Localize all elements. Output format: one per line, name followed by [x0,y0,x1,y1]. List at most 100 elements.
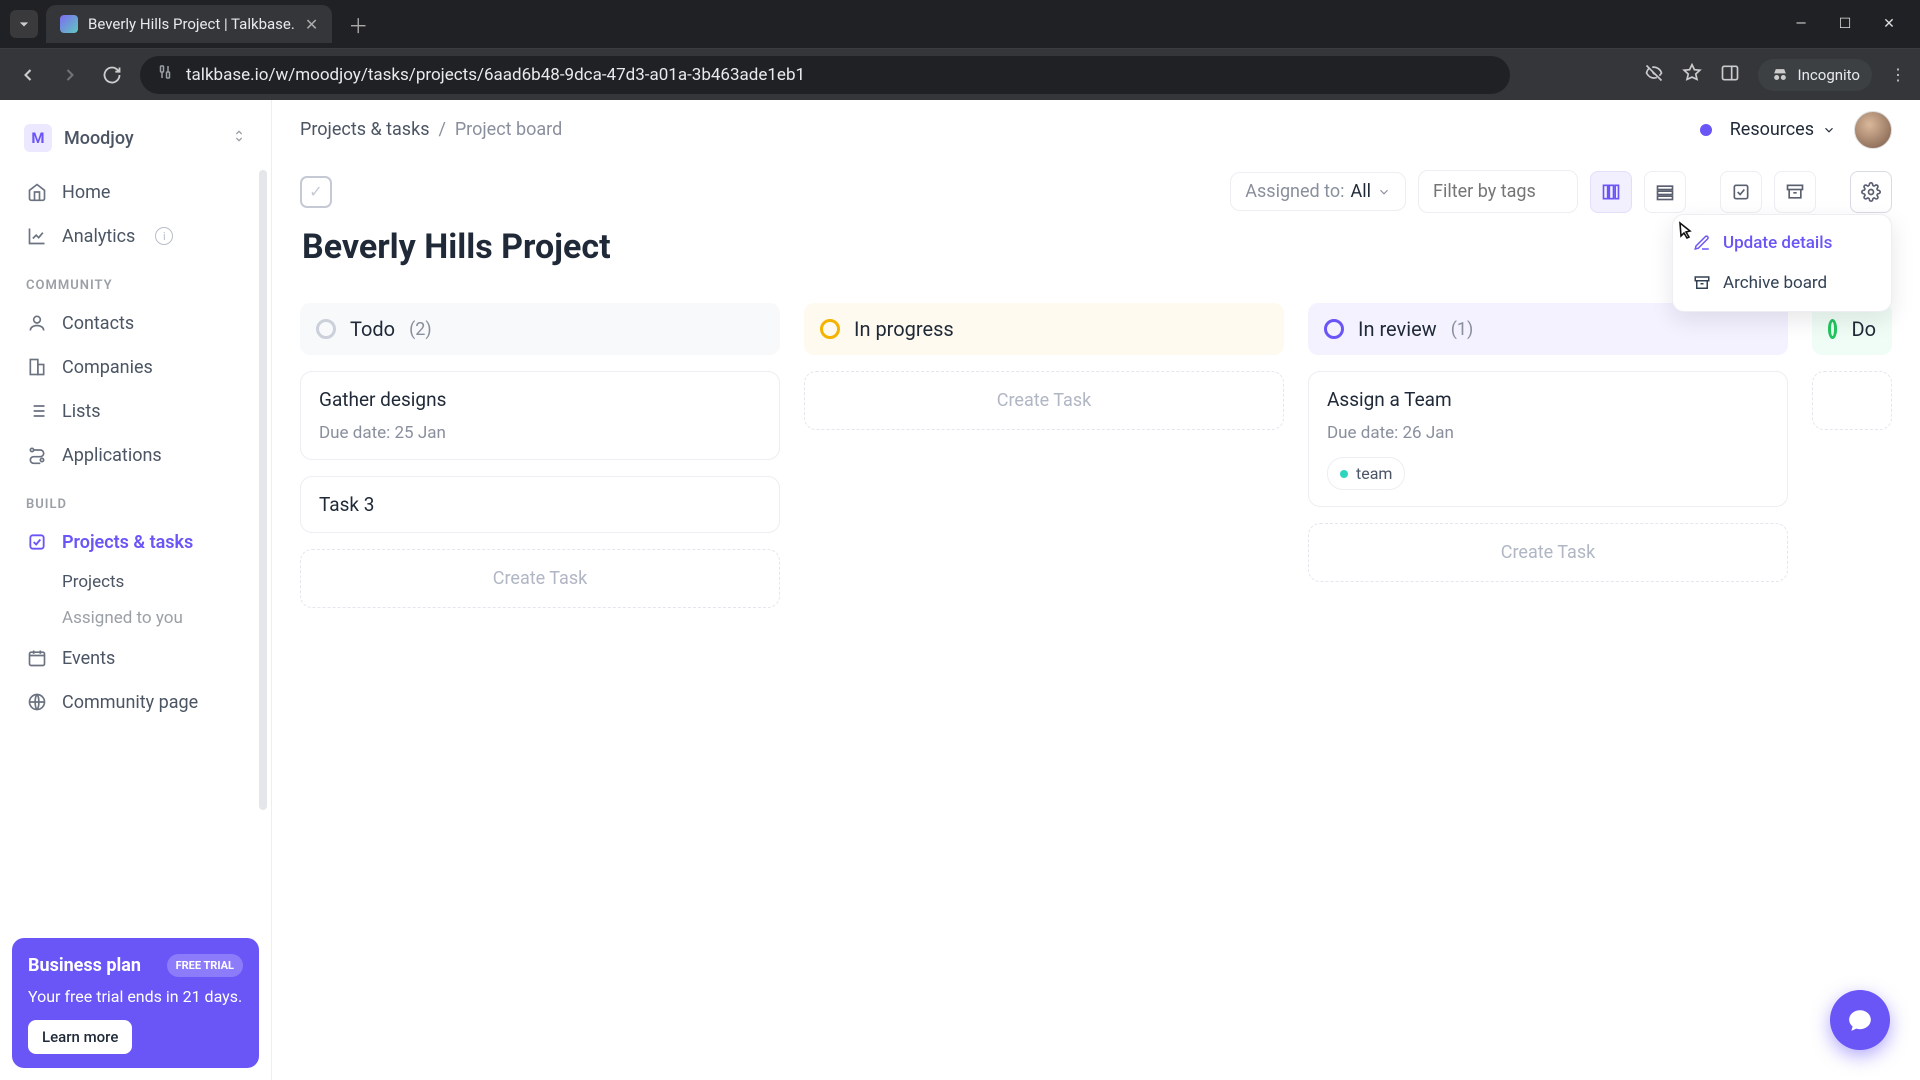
filter-tags-input[interactable] [1418,170,1578,213]
panel-icon[interactable] [1720,63,1740,87]
close-tab-icon[interactable]: ✕ [305,15,318,34]
incognito-indicator[interactable]: Incognito [1758,59,1872,91]
view-list-button[interactable] [1644,171,1686,213]
tab-search-button[interactable] [10,10,38,38]
task-card[interactable]: Assign a Team Due date: 26 Jan team [1308,371,1788,507]
window-controls: — ☐ ✕ [1792,16,1910,32]
workspace-name: Moodjoy [64,128,219,149]
back-button[interactable] [14,61,42,89]
archive-icon [1693,274,1711,292]
task-title: Task 3 [319,493,374,516]
minimize-icon[interactable]: — [1792,16,1810,32]
project-title: Beverly Hills Project [302,227,1892,267]
column-todo: Todo (2) Gather designs Due date: 25 Jan… [300,303,780,608]
sidebar-section-community: COMMUNITY [12,258,259,301]
sidebar-item-projects-tasks[interactable]: Projects & tasks [12,520,259,564]
breadcrumb: Projects & tasks / Project board [300,119,562,140]
promo-card: Business plan FREE TRIAL Your free trial… [12,938,259,1068]
kebab-menu-icon[interactable]: ⋮ [1890,65,1906,84]
column-done: Do [1812,303,1892,608]
url-input[interactable]: talkbase.io/w/moodjoy/tasks/projects/6aa… [140,56,1510,94]
archive-view-button[interactable] [1774,171,1816,213]
promo-title: Business plan [28,955,141,976]
create-task-button[interactable]: Create Task [804,371,1284,430]
lists-icon [26,400,48,422]
sidebar-item-events[interactable]: Events [12,636,259,680]
status-ring-in-progress [820,319,840,339]
sidebar-item-community-page[interactable]: Community page [12,680,259,724]
create-task-button[interactable] [1812,371,1892,430]
menu-archive-board[interactable]: Archive board [1681,263,1883,303]
eye-off-icon[interactable] [1644,63,1664,87]
close-window-icon[interactable]: ✕ [1880,16,1898,32]
browser-tab-active[interactable]: Beverly Hills Project | Talkbase. ✕ [46,5,332,43]
settings-button[interactable] [1850,171,1892,213]
kanban-board: Todo (2) Gather designs Due date: 25 Jan… [272,287,1920,624]
project-icon: ✓ [300,176,332,208]
reload-button[interactable] [98,61,126,89]
site-settings-icon[interactable] [156,63,174,86]
info-icon: i [155,227,173,245]
sidebar-item-companies[interactable]: Companies [12,345,259,389]
app-root: M Moodjoy Home Analytics i COMMUNITY Con… [0,100,1920,1080]
resources-dropdown[interactable]: Resources [1730,119,1836,140]
create-task-button[interactable]: Create Task [1308,523,1788,582]
new-tab-button[interactable]: ＋ [340,10,376,39]
assigned-filter[interactable]: Assigned to: All [1230,172,1406,211]
cursor-icon [1672,220,1696,248]
create-task-button[interactable]: Create Task [300,549,780,608]
address-bar: talkbase.io/w/moodjoy/tasks/projects/6aa… [0,48,1920,100]
analytics-icon [26,225,48,247]
sidebar-sub-projects[interactable]: Projects [12,564,259,600]
task-due-date: Due date: 25 Jan [319,423,761,443]
applications-icon [26,444,48,466]
task-card[interactable]: Gather designs Due date: 25 Jan [300,371,780,460]
task-due-date: Due date: 26 Jan [1327,423,1769,443]
forward-button[interactable] [56,61,84,89]
calendar-icon [26,647,48,669]
sidebar-item-applications[interactable]: Applications [12,433,259,477]
bookmark-star-icon[interactable] [1682,63,1702,87]
sidebar-section-build: BUILD [12,477,259,520]
task-tag[interactable]: team [1327,457,1405,490]
tab-title: Beverly Hills Project | Talkbase. [88,15,295,33]
task-title: Assign a Team [1327,388,1452,411]
companies-icon [26,356,48,378]
maximize-icon[interactable]: ☐ [1836,16,1854,32]
column-header-todo[interactable]: Todo (2) [300,303,780,355]
sidebar-sub-assigned[interactable]: Assigned to you [12,600,259,636]
sidebar-scrollbar[interactable] [259,170,267,810]
contacts-icon [26,312,48,334]
my-tasks-button[interactable] [1720,171,1762,213]
promo-badge: FREE TRIAL [167,954,243,977]
settings-menu: Update details Archive board [1672,214,1892,312]
chevron-up-down-icon [231,128,247,148]
top-bar: Projects & tasks / Project board Resourc… [272,100,1920,160]
column-header-in-progress[interactable]: In progress [804,303,1284,355]
main-content: Projects & tasks / Project board Resourc… [272,100,1920,1080]
sidebar-item-analytics[interactable]: Analytics i [12,214,259,258]
tab-bar: Beverly Hills Project | Talkbase. ✕ ＋ — … [0,0,1920,48]
sidebar-item-lists[interactable]: Lists [12,389,259,433]
promo-subtitle: Your free trial ends in 21 days. [28,987,243,1006]
sidebar-item-contacts[interactable]: Contacts [12,301,259,345]
user-avatar[interactable] [1854,111,1892,149]
view-board-button[interactable] [1590,171,1632,213]
breadcrumb-root[interactable]: Projects & tasks [300,119,430,140]
globe-icon [26,691,48,713]
url-text: talkbase.io/w/moodjoy/tasks/projects/6aa… [186,65,805,85]
column-in-progress: In progress Create Task [804,303,1284,608]
sidebar: M Moodjoy Home Analytics i COMMUNITY Con… [0,100,272,1080]
sidebar-item-home[interactable]: Home [12,170,259,214]
chat-fab[interactable] [1830,990,1890,1050]
promo-learn-more-button[interactable]: Learn more [28,1020,132,1054]
home-icon [26,181,48,203]
workspace-switcher[interactable]: M Moodjoy [12,118,259,170]
favicon-icon [60,15,78,33]
task-card[interactable]: Task 3 [300,476,780,533]
menu-update-details[interactable]: Update details [1681,223,1883,263]
presence-indicator [1700,124,1712,136]
column-in-review: In review (1) Assign a Team Due date: 26… [1308,303,1788,608]
status-ring-in-review [1324,319,1344,339]
task-title: Gather designs [319,388,446,411]
